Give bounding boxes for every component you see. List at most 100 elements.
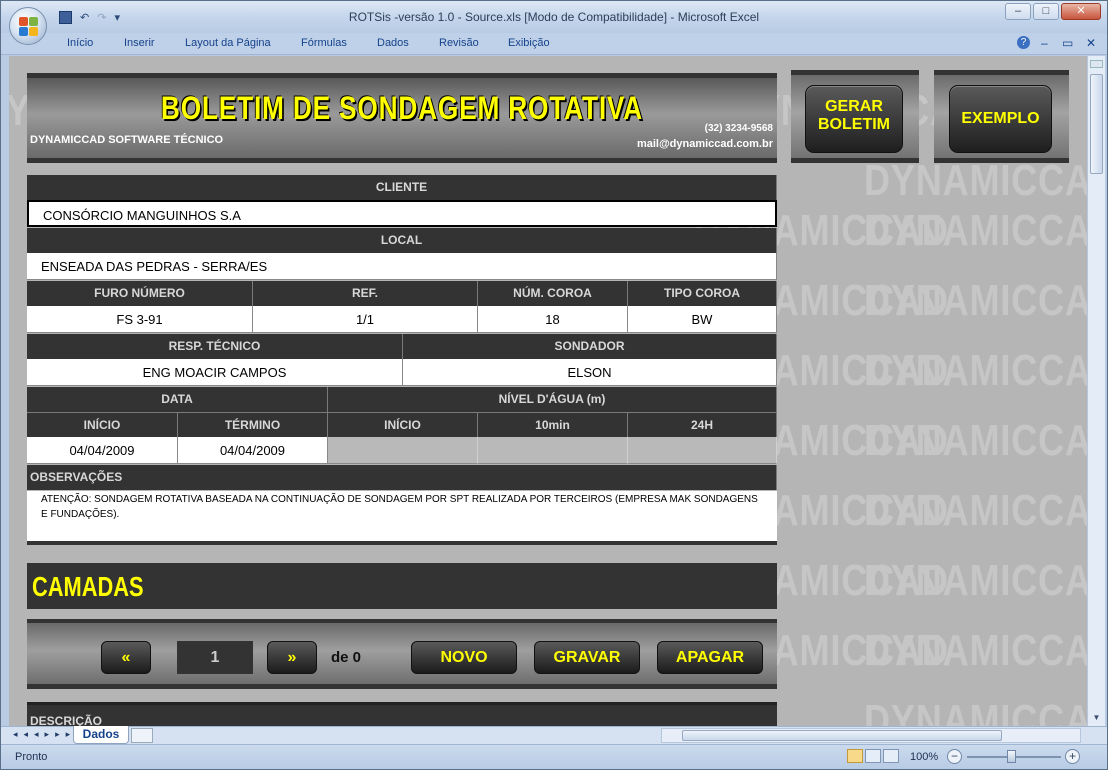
ref-header: REF. [253, 281, 478, 306]
gerar-label: GERAR [825, 98, 883, 115]
local-header: LOCAL [27, 228, 777, 253]
normal-view-icon[interactable] [847, 749, 863, 763]
watermark: DYNAMICCAD [864, 486, 1087, 535]
sheet-nav-arrows[interactable]: ◂◂◂▸▸▸ [13, 729, 76, 740]
watermark: DYNAMICCAD [864, 626, 1087, 675]
watermark: DYNAMICCAD [864, 156, 1087, 205]
minimize-button[interactable]: – [1005, 3, 1031, 20]
ribbon-close-button[interactable]: ✕ [1086, 36, 1096, 50]
data-header: DATA [27, 387, 328, 412]
exemplo-panel: EXEMPLO [934, 70, 1069, 163]
camadas-section: CAMADAS [27, 563, 777, 609]
close-button[interactable]: ✕ [1061, 3, 1101, 20]
tipo-coroa-header: TIPO COROA [628, 281, 777, 306]
insert-sheet-icon[interactable] [131, 728, 153, 743]
tab-formulas[interactable]: Fórmulas [301, 37, 347, 49]
ribbon-restore-button[interactable]: ▭ [1062, 36, 1073, 50]
page-title: BOLETIM DE SONDAGEM ROTATIVA [160, 90, 644, 126]
watermark: DYNAMICCAD [864, 556, 1087, 605]
gravar-button[interactable]: GRAVAR [534, 641, 640, 674]
window-title: ROTSis -versão 1.0 - Source.xls [Modo de… [348, 10, 760, 24]
tab-layout[interactable]: Layout da Página [185, 37, 271, 49]
vertical-scroll-thumb[interactable] [1090, 74, 1103, 174]
company-name: DYNAMICCAD SOFTWARE TÉCNICO [30, 134, 224, 146]
scroll-down-icon[interactable]: ▼ [1088, 710, 1105, 726]
office-logo-icon [19, 17, 39, 37]
split-handle[interactable] [1090, 60, 1103, 68]
zoom-slider-thumb[interactable] [1007, 750, 1016, 763]
status-text: Pronto [15, 751, 48, 763]
data-inicio-header: INÍCIO [27, 412, 178, 437]
tipo-coroa-field[interactable]: BW [628, 306, 777, 333]
company-email: mail@dynamiccad.com.br [636, 138, 773, 150]
office-button[interactable] [9, 7, 47, 45]
next-button[interactable]: » [267, 641, 317, 674]
tab-inicio[interactable]: Início [67, 37, 93, 49]
nivel-24h-field[interactable] [628, 437, 777, 464]
gerar-boletim-button[interactable]: GERAR BOLETIM [805, 85, 903, 153]
page-number-field[interactable]: 1 [177, 641, 253, 674]
observacoes-field[interactable]: ATENÇÃO: SONDAGEM ROTATIVA BASEADA NA CO… [27, 491, 777, 545]
ribbon-minimize-button[interactable]: – [1041, 36, 1048, 50]
sheet-tab-dados[interactable]: Dados [73, 726, 129, 744]
tab-exibicao[interactable]: Exibição [508, 37, 550, 49]
zoom-level[interactable]: 100% [910, 751, 938, 763]
report-banner: BOLETIM DE SONDAGEM ROTATIVA DYNAMICCAD … [27, 73, 777, 163]
prev-button[interactable]: « [101, 641, 151, 674]
nivel-inicio-field[interactable] [328, 437, 478, 464]
camadas-navigation: « 1 » de 0 NOVO GRAVAR APAGAR [27, 619, 777, 689]
watermark: DYNAMICCAD [864, 276, 1087, 325]
page-layout-view-icon[interactable] [865, 749, 881, 763]
cliente-field[interactable]: CONSÓRCIO MANGUINHOS S.A [27, 200, 777, 227]
nivel-10min-header: 10min [478, 412, 628, 437]
boletim-label: BOLETIM [818, 116, 890, 133]
nivel-10min-field[interactable] [478, 437, 628, 464]
help-icon[interactable]: ? [1017, 36, 1030, 49]
title-bar: ↶ ↷ ▾ ROTSis -versão 1.0 - Source.xls [M… [1, 1, 1107, 45]
sondador-field[interactable]: ELSON [403, 359, 777, 386]
novo-button[interactable]: NOVO [411, 641, 517, 674]
tab-dados[interactable]: Dados [377, 37, 409, 49]
num-coroa-field[interactable]: 18 [478, 306, 628, 333]
page-count-label: de 0 [331, 649, 362, 666]
sheet-tabs-bar: ◂◂◂▸▸▸ Dados [1, 726, 1107, 744]
exemplo-button[interactable]: EXEMPLO [949, 85, 1052, 153]
data-termino-header: TÉRMINO [178, 412, 328, 437]
view-buttons [847, 749, 899, 763]
tab-revisao[interactable]: Revisão [439, 37, 479, 49]
nivel-inicio-header: INÍCIO [328, 412, 478, 437]
status-bar: Pronto 100% − + [1, 744, 1107, 769]
window-controls: – □ ✕ [1005, 3, 1101, 20]
camadas-title: CAMADAS [32, 571, 144, 602]
data-inicio-field[interactable]: 04/04/2009 [27, 437, 178, 464]
descricao-header: DESCRIÇÃO [27, 702, 777, 726]
ribbon-tabs: Início Inserir Layout da Página Fórmulas… [1, 33, 1107, 55]
local-field[interactable]: ENSEADA DAS PEDRAS - SERRA/ES [27, 253, 777, 280]
apagar-button[interactable]: APAGAR [657, 641, 763, 674]
resp-tecnico-field[interactable]: ENG MOACIR CAMPOS [27, 359, 403, 386]
nivel-24h-header: 24H [628, 412, 777, 437]
sondador-header: SONDADOR [403, 334, 777, 359]
data-termino-field[interactable]: 04/04/2009 [178, 437, 328, 464]
gerar-boletim-panel: GERAR BOLETIM [791, 70, 919, 163]
maximize-button[interactable]: □ [1033, 3, 1059, 20]
watermark: DYNAMICCAD [864, 416, 1087, 465]
zoom-in-button[interactable]: + [1065, 749, 1080, 764]
resp-tecnico-header: RESP. TÉCNICO [27, 334, 403, 359]
num-coroa-header: NÚM. COROA [478, 281, 628, 306]
horizontal-scroll-thumb[interactable] [682, 730, 1002, 741]
watermark: DYNAMICCAD [864, 696, 1087, 726]
furo-field[interactable]: FS 3-91 [27, 306, 253, 333]
observacoes-header: OBSERVAÇÕES [27, 465, 777, 490]
watermark: DYNAMICCAD [864, 346, 1087, 395]
company-phone: (32) 3234-9568 [704, 123, 773, 134]
tab-inserir[interactable]: Inserir [124, 37, 155, 49]
ref-field[interactable]: 1/1 [253, 306, 478, 333]
page-break-view-icon[interactable] [883, 749, 899, 763]
vertical-scrollbar[interactable]: ▼ [1087, 56, 1105, 726]
horizontal-scrollbar[interactable] [661, 728, 1081, 743]
worksheet-area[interactable]: DYNAMICCAD DYNAMICCAD DYNAMICCAD DYNAMIC… [9, 56, 1087, 726]
zoom-out-button[interactable]: − [947, 749, 962, 764]
descricao-label: DESCRIÇÃO [30, 714, 103, 726]
cliente-header: CLIENTE [27, 175, 777, 200]
